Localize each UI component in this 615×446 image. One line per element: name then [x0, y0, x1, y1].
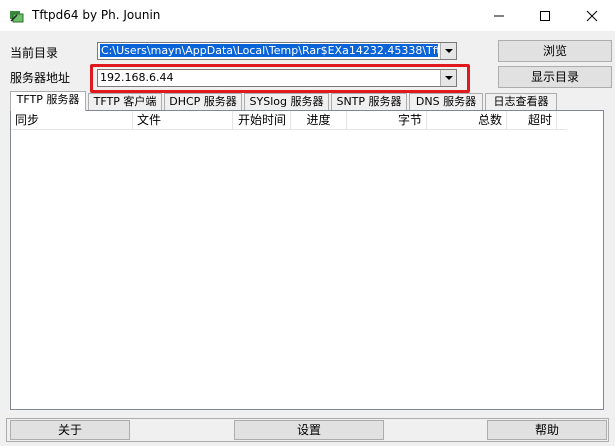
- close-icon: [586, 10, 598, 22]
- show-dir-button[interactable]: 显示目录: [498, 66, 612, 88]
- help-button[interactable]: 帮助: [487, 420, 607, 440]
- column-header-total[interactable]: 总数: [427, 111, 507, 129]
- tab-dns-server[interactable]: DNS 服务器: [409, 93, 483, 110]
- tab-sntp-server[interactable]: SNTP 服务器: [331, 93, 407, 110]
- column-header-timeout[interactable]: 超时: [507, 111, 557, 129]
- column-header-bytes[interactable]: 字节: [347, 111, 427, 129]
- list-header: 同步 文件 开始时间 进度 字节 总数 超时: [11, 111, 567, 130]
- tab-dhcp-server[interactable]: DHCP 服务器: [164, 93, 242, 110]
- column-header-start-time[interactable]: 开始时间: [233, 111, 291, 129]
- column-header-progress[interactable]: 进度: [291, 111, 347, 129]
- maximize-icon: [540, 11, 550, 21]
- window-title: Tftpd64 by Ph. Jounin: [32, 8, 161, 22]
- tftpd-app-icon: [9, 8, 25, 24]
- tab-tftp-server[interactable]: TFTP 服务器: [10, 91, 86, 111]
- tab-syslog-server[interactable]: SYSlog 服务器: [244, 93, 329, 110]
- current-dir-label: 当前目录: [10, 46, 59, 60]
- tab-tftp-client[interactable]: TFTP 客户端: [88, 93, 162, 110]
- highlight-annotation-box: [90, 64, 470, 93]
- minimize-button[interactable]: [476, 0, 522, 31]
- chevron-down-icon[interactable]: [440, 43, 456, 59]
- browse-button[interactable]: 浏览: [498, 40, 612, 62]
- close-button[interactable]: [569, 0, 615, 31]
- settings-button[interactable]: 设置: [234, 420, 384, 440]
- maximize-button[interactable]: [522, 0, 568, 31]
- current-dir-value: C:\Users\mayn\AppData\Local\Temp\Rar$EXa…: [100, 44, 438, 57]
- server-address-label: 服务器地址: [10, 71, 71, 85]
- about-button[interactable]: 关于: [10, 420, 130, 440]
- column-header-file[interactable]: 文件: [133, 111, 233, 129]
- title-bar: Tftpd64 by Ph. Jounin: [0, 0, 615, 31]
- minimize-icon: [494, 15, 504, 17]
- tab-log-viewer[interactable]: 日志查看器: [485, 93, 557, 110]
- column-header-sync[interactable]: 同步: [11, 111, 133, 129]
- current-dir-select[interactable]: C:\Users\mayn\AppData\Local\Temp\Rar$EXa…: [97, 42, 457, 60]
- transfer-list[interactable]: 同步 文件 开始时间 进度 字节 总数 超时: [10, 110, 604, 410]
